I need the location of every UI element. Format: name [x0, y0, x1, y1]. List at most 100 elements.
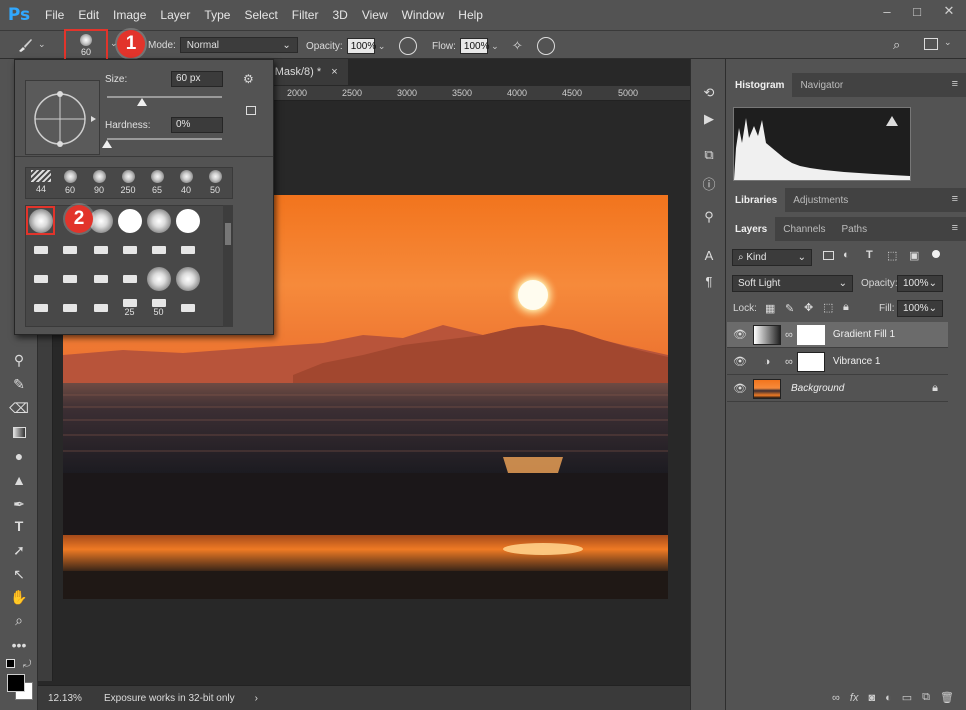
- size-slider-track[interactable]: [107, 96, 222, 98]
- layer-style-icon[interactable]: fx: [850, 692, 859, 704]
- filter-adjustment-icon[interactable]: ◐: [843, 249, 850, 261]
- tip-brush[interactable]: [26, 293, 55, 322]
- visibility-eye-icon[interactable]: 👁︎: [727, 382, 753, 395]
- recent-brush[interactable]: 50: [202, 170, 228, 195]
- lock-position-icon[interactable]: ✥: [804, 301, 813, 314]
- brush-preset-picker[interactable]: 60: [64, 29, 108, 61]
- gradient-tool-icon[interactable]: [7, 421, 31, 443]
- new-group-icon[interactable]: ▭: [902, 691, 912, 704]
- direct-selection-tool-icon[interactable]: ↖: [7, 563, 31, 585]
- layer-name[interactable]: Gradient Fill 1: [833, 329, 895, 340]
- tip-brush[interactable]: [55, 264, 84, 293]
- scrollbar-thumb[interactable]: [225, 223, 231, 245]
- tip-brush[interactable]: [26, 264, 55, 293]
- pen-tool-icon[interactable]: ✒: [7, 493, 31, 515]
- pressure-size-icon[interactable]: [536, 37, 555, 55]
- lock-image-icon[interactable]: ✎: [785, 302, 794, 315]
- brush-angle-preview[interactable]: [25, 80, 100, 155]
- type-tool-icon[interactable]: T: [7, 515, 31, 537]
- path-selection-tool-icon[interactable]: ➚: [7, 539, 31, 561]
- info-icon[interactable]: ⓘ: [699, 173, 719, 193]
- search-icon[interactable]: ⌕: [893, 37, 900, 53]
- tip-brush[interactable]: [26, 235, 55, 264]
- layer-opacity-input[interactable]: 100% ⌄: [897, 275, 943, 292]
- opacity-input[interactable]: 100%: [346, 38, 376, 54]
- size-slider-thumb[interactable]: [136, 98, 147, 106]
- hard-round-brush[interactable]: [115, 206, 144, 235]
- layer-name[interactable]: Vibrance 1: [833, 356, 881, 367]
- layer-filter-select[interactable]: ⌕ Kind ⌄: [732, 249, 812, 266]
- panel-menu-icon[interactable]: ≡: [952, 78, 958, 90]
- add-mask-icon[interactable]: ◙: [868, 692, 875, 704]
- history-icon[interactable]: ⟲: [699, 83, 719, 103]
- default-colors-icon[interactable]: [6, 659, 15, 668]
- blend-mode-select[interactable]: Soft Light ⌄: [732, 275, 853, 292]
- recent-brush[interactable]: 90: [86, 170, 112, 195]
- menu-3d[interactable]: 3D: [325, 0, 354, 31]
- hardness-slider-thumb[interactable]: [102, 140, 112, 148]
- close-tab-icon[interactable]: ×: [331, 66, 337, 78]
- tab-libraries[interactable]: Libraries: [727, 188, 786, 212]
- size-input[interactable]: 60 px: [171, 71, 223, 87]
- link-layers-icon[interactable]: ∞: [832, 692, 840, 704]
- opacity-slider-arrow-icon[interactable]: ⌄: [375, 38, 389, 54]
- layer-row[interactable]: 👁︎ ◑ ∞ Vibrance 1: [727, 349, 948, 375]
- hard-round-brush[interactable]: [173, 206, 202, 235]
- filter-smart-object-icon[interactable]: ▣: [909, 249, 919, 262]
- visibility-eye-icon[interactable]: 👁︎: [727, 355, 753, 368]
- dodge-tool-icon[interactable]: ▲: [7, 469, 31, 491]
- paragraph-icon[interactable]: ¶: [699, 271, 719, 291]
- lock-transparent-icon[interactable]: ▦: [765, 302, 775, 315]
- tab-layers[interactable]: Layers: [727, 217, 776, 241]
- menu-file[interactable]: File: [38, 0, 71, 31]
- layer-row[interactable]: 👁︎ Background 🔒︎: [727, 376, 948, 402]
- lock-artboard-icon[interactable]: ⬚: [823, 301, 833, 314]
- fill-input[interactable]: 100% ⌄: [897, 300, 943, 317]
- more-tools-icon[interactable]: •••: [7, 634, 31, 656]
- tip-brush[interactable]: [173, 235, 202, 264]
- tool-preset-arrow-icon[interactable]: ⌄: [38, 39, 46, 50]
- tip-brush[interactable]: [86, 293, 115, 322]
- tab-navigator[interactable]: Navigator: [792, 73, 851, 97]
- tip-brush[interactable]: [115, 235, 144, 264]
- swap-colors-icon[interactable]: ⤾: [23, 659, 31, 670]
- tip-brush[interactable]: [173, 293, 202, 322]
- delete-layer-icon[interactable]: 🗑︎: [940, 691, 954, 704]
- layer-row[interactable]: 👁︎ ∞ Gradient Fill 1: [727, 322, 948, 348]
- hand-tool-icon[interactable]: ✋: [7, 586, 31, 608]
- tip-brush[interactable]: [55, 235, 84, 264]
- panel-menu-icon[interactable]: ≡: [952, 193, 958, 205]
- menu-view[interactable]: View: [355, 0, 395, 31]
- tip-brush[interactable]: [55, 293, 84, 322]
- mode-select[interactable]: Normal ⌄: [179, 37, 298, 53]
- minimize-button[interactable]: –: [872, 0, 902, 22]
- blur-tool-icon[interactable]: ●: [7, 445, 31, 467]
- brush-grid-scrollbar[interactable]: [223, 205, 233, 327]
- hardness-slider-track[interactable]: [107, 138, 222, 140]
- workspace-chevron-icon[interactable]: ⌄: [944, 37, 952, 48]
- tab-histogram[interactable]: Histogram: [727, 73, 793, 97]
- gear-icon[interactable]: ⚙: [243, 72, 254, 86]
- brush-tool-icon[interactable]: [14, 35, 36, 55]
- layer-name[interactable]: Background: [791, 383, 844, 394]
- workspace-icon[interactable]: [924, 38, 938, 50]
- zoom-level[interactable]: 12.13%: [48, 693, 94, 704]
- tip-brush-50[interactable]: 50: [144, 293, 173, 322]
- 3d-icon[interactable]: ⧉: [699, 145, 719, 165]
- soft-round-brush-selected[interactable]: [26, 206, 55, 235]
- maximize-button[interactable]: □: [902, 0, 932, 22]
- new-adjustment-icon[interactable]: ◐: [885, 692, 892, 704]
- zoom-tool-icon[interactable]: ⌕: [7, 609, 31, 631]
- history-brush-tool-icon[interactable]: ✎: [7, 373, 31, 395]
- new-layer-icon[interactable]: ⧉: [922, 691, 930, 704]
- tip-brush-25[interactable]: 25: [115, 293, 144, 322]
- actions-play-icon[interactable]: ▶: [699, 109, 719, 129]
- menu-type[interactable]: Type: [197, 0, 237, 31]
- close-button[interactable]: ✕: [932, 0, 966, 22]
- filter-type-icon[interactable]: T: [866, 249, 873, 261]
- tip-brush[interactable]: [144, 235, 173, 264]
- new-preset-icon[interactable]: [246, 106, 256, 115]
- menu-filter[interactable]: Filter: [285, 0, 326, 31]
- tip-brush[interactable]: [115, 264, 144, 293]
- hardness-input[interactable]: 0%: [171, 117, 223, 133]
